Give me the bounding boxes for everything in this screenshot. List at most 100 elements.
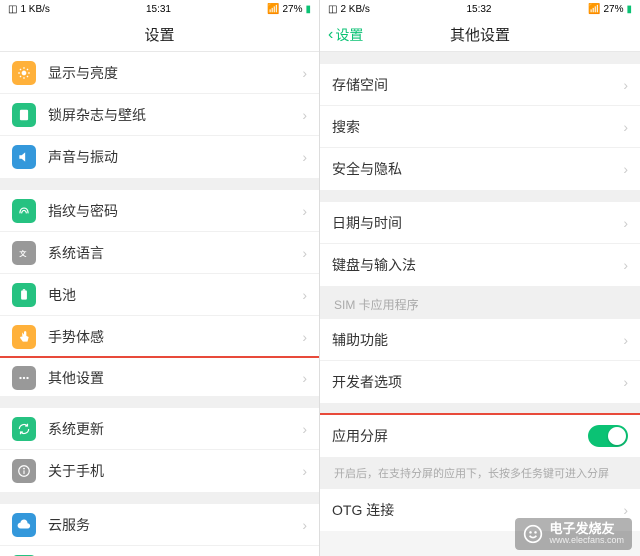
row-system-language[interactable]: 文 系统语言 › bbox=[0, 232, 319, 274]
status-bar: ◫ 1 KB/s 15:31 📶 27% ▮ bbox=[0, 0, 319, 18]
row-label: 显示与亮度 bbox=[48, 63, 302, 83]
other-group-1: 存储空间 › 搜索 › 安全与隐私 › bbox=[320, 64, 640, 190]
chevron-right-icon: › bbox=[302, 203, 307, 219]
row-lockscreen-wallpaper[interactable]: 锁屏杂志与壁纸 › bbox=[0, 94, 319, 136]
chevron-right-icon: › bbox=[623, 119, 628, 135]
net-speed: 2 KB/s bbox=[340, 4, 369, 15]
row-developer-options[interactable]: 开发者选项 › bbox=[320, 361, 640, 403]
battery-icon: ▮ bbox=[626, 4, 632, 15]
row-label: 锁屏杂志与壁纸 bbox=[48, 105, 302, 125]
row-cloud-service[interactable]: 云服务 › bbox=[0, 504, 319, 546]
signal-icon: 📶 bbox=[588, 4, 600, 15]
back-button[interactable]: ‹ 设置 bbox=[328, 25, 363, 45]
sim-icon: ◫ bbox=[8, 4, 17, 15]
row-label: 云服务 bbox=[48, 515, 302, 535]
row-battery[interactable]: 电池 › bbox=[0, 274, 319, 316]
sim-icon: ◫ bbox=[328, 4, 337, 15]
chevron-right-icon: › bbox=[623, 77, 628, 93]
language-icon: 文 bbox=[12, 241, 36, 265]
other-group-2: 日期与时间 › 键盘与输入法 › bbox=[320, 202, 640, 286]
row-keyboard-input[interactable]: 键盘与输入法 › bbox=[320, 244, 640, 286]
settings-group-1: 显示与亮度 › 锁屏杂志与壁纸 › 声音与振动 › bbox=[0, 52, 319, 178]
row-system-update[interactable]: 系统更新 › bbox=[0, 408, 319, 450]
row-label: 存储空间 bbox=[332, 75, 623, 95]
page-title: 其他设置 bbox=[450, 24, 510, 45]
row-label: 应用分屏 bbox=[332, 426, 588, 446]
back-label: 设置 bbox=[335, 25, 363, 45]
chevron-right-icon: › bbox=[302, 245, 307, 261]
row-label: 搜索 bbox=[332, 117, 623, 137]
fingerprint-icon bbox=[12, 199, 36, 223]
row-label: 日期与时间 bbox=[332, 213, 623, 233]
row-label: 系统更新 bbox=[48, 419, 302, 439]
battery-pct: 27% bbox=[282, 4, 302, 15]
row-accessibility[interactable]: 辅助功能 › bbox=[320, 319, 640, 361]
more-icon bbox=[12, 366, 36, 390]
app-split-hint: 开启后，在支持分屏的应用下，长按多任务键可进入分屏 bbox=[320, 457, 640, 489]
watermark-title: 电子发烧友 bbox=[549, 522, 624, 536]
wallpaper-icon bbox=[12, 103, 36, 127]
app-split-group: 应用分屏 bbox=[320, 413, 640, 459]
row-security-privacy[interactable]: 安全与隐私 › bbox=[320, 148, 640, 190]
logo-icon bbox=[523, 524, 543, 544]
chevron-right-icon: › bbox=[623, 215, 628, 231]
status-bar: ◫ 2 KB/s 15:32 📶 27% ▮ bbox=[320, 0, 640, 18]
chevron-right-icon: › bbox=[302, 287, 307, 303]
info-icon bbox=[12, 459, 36, 483]
battery-icon: ▮ bbox=[305, 4, 311, 15]
nav-bar: ‹ 设置 其他设置 bbox=[320, 18, 640, 52]
row-label: 声音与振动 bbox=[48, 147, 302, 167]
chevron-right-icon: › bbox=[302, 107, 307, 123]
row-sound-vibration[interactable]: 声音与振动 › bbox=[0, 136, 319, 178]
row-date-time[interactable]: 日期与时间 › bbox=[320, 202, 640, 244]
sound-icon bbox=[12, 145, 36, 169]
chevron-right-icon: › bbox=[623, 374, 628, 390]
chevron-right-icon: › bbox=[623, 332, 628, 348]
row-search[interactable]: 搜索 › bbox=[320, 106, 640, 148]
row-label: 关于手机 bbox=[48, 461, 302, 481]
settings-group-3: 系统更新 › 关于手机 › bbox=[0, 408, 319, 492]
update-icon bbox=[12, 417, 36, 441]
chevron-right-icon: › bbox=[623, 257, 628, 273]
row-about-phone[interactable]: 关于手机 › bbox=[0, 450, 319, 492]
row-app-split-screen[interactable]: 应用分屏 bbox=[320, 415, 640, 457]
nav-bar: 设置 bbox=[0, 18, 319, 52]
chevron-right-icon: › bbox=[302, 517, 307, 533]
status-time: 15:32 bbox=[466, 4, 491, 15]
row-label: 系统语言 bbox=[48, 243, 302, 263]
watermark: 电子发烧友 www.elecfans.com bbox=[515, 518, 632, 550]
gesture-icon bbox=[12, 325, 36, 349]
net-speed: 1 KB/s bbox=[20, 4, 49, 15]
row-other-settings[interactable]: 其他设置 › bbox=[0, 356, 320, 398]
chevron-right-icon: › bbox=[302, 329, 307, 345]
chevron-right-icon: › bbox=[302, 65, 307, 81]
status-time: 15:31 bbox=[146, 4, 171, 15]
chevron-left-icon: ‹ bbox=[328, 26, 333, 44]
row-label: 辅助功能 bbox=[332, 330, 623, 350]
chevron-right-icon: › bbox=[302, 149, 307, 165]
row-label: 安全与隐私 bbox=[332, 159, 623, 179]
other-settings-screen: ◫ 2 KB/s 15:32 📶 27% ▮ ‹ 设置 其他设置 存储空间 › bbox=[320, 0, 640, 556]
row-storage[interactable]: 存储空间 › bbox=[320, 64, 640, 106]
battery-pct: 27% bbox=[603, 4, 623, 15]
row-label: 其他设置 bbox=[48, 368, 302, 388]
page-title: 设置 bbox=[144, 24, 174, 45]
chevron-right-icon: › bbox=[302, 370, 307, 386]
settings-screen: ◫ 1 KB/s 15:31 📶 27% ▮ 设置 显示与亮度 › 锁屏杂志与壁… bbox=[0, 0, 320, 556]
chevron-right-icon: › bbox=[302, 463, 307, 479]
battery-icon bbox=[12, 283, 36, 307]
row-label: 开发者选项 bbox=[332, 372, 623, 392]
display-icon bbox=[12, 61, 36, 85]
signal-icon: 📶 bbox=[267, 4, 279, 15]
app-split-toggle[interactable] bbox=[588, 425, 628, 447]
row-fingerprint-password[interactable]: 指纹与密码 › bbox=[0, 190, 319, 232]
watermark-url: www.elecfans.com bbox=[549, 536, 624, 546]
row-label: 键盘与输入法 bbox=[332, 255, 623, 275]
svg-text:文: 文 bbox=[19, 248, 27, 257]
row-label: 手势体感 bbox=[48, 327, 302, 347]
row-oppo-account[interactable]: OPPO 帐号 › bbox=[0, 546, 319, 556]
row-display-brightness[interactable]: 显示与亮度 › bbox=[0, 52, 319, 94]
row-gesture-motion[interactable]: 手势体感 › bbox=[0, 316, 319, 358]
cloud-icon bbox=[12, 513, 36, 537]
chevron-right-icon: › bbox=[623, 161, 628, 177]
